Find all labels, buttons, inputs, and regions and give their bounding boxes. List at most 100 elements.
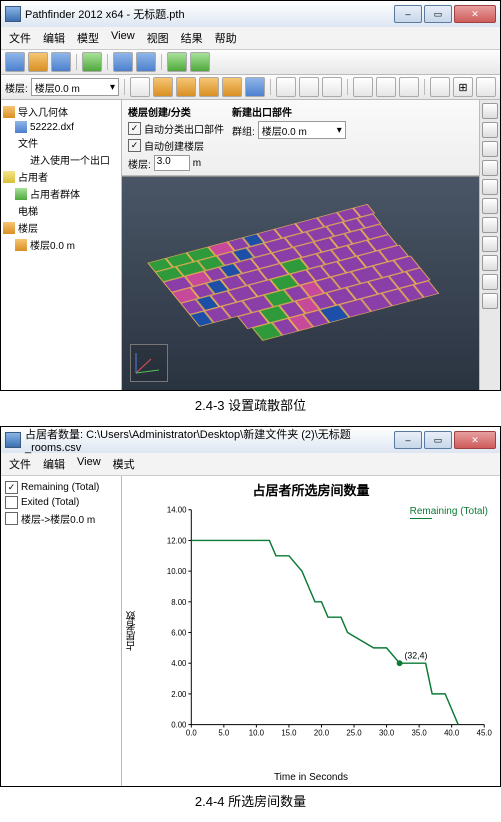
play-icon[interactable] — [190, 52, 210, 72]
tool-select-icon[interactable] — [130, 77, 150, 97]
tool-room-icon[interactable] — [153, 77, 173, 97]
grid-icon[interactable]: ⊞ — [453, 77, 473, 97]
group-select-row: 群组: 楼层0.0 m▾ — [232, 121, 346, 139]
redo-icon[interactable] — [136, 52, 156, 72]
auto-classify-checkbox[interactable]: ✓自动分类出口部件 — [128, 121, 224, 136]
zoom-fit-icon[interactable] — [353, 77, 373, 97]
svg-text:4.00: 4.00 — [171, 659, 187, 668]
separator — [76, 54, 77, 70]
menu-item[interactable]: 编辑 — [41, 455, 67, 473]
series-checkbox[interactable]: Exited (Total) — [5, 495, 117, 510]
series-checkbox[interactable]: ✓Remaining (Total) — [5, 480, 117, 495]
maximize-button[interactable]: ▭ — [424, 5, 452, 23]
dxf-import-icon[interactable] — [82, 52, 102, 72]
view-shaded-icon[interactable] — [299, 77, 319, 97]
menu-item[interactable]: 编辑 — [41, 29, 67, 47]
series-checkbox[interactable]: 楼层->楼层0.0 m — [5, 510, 117, 527]
door-icon[interactable] — [482, 217, 498, 233]
agent-icon[interactable] — [482, 103, 498, 119]
app-icon — [5, 432, 21, 448]
tool-door-icon[interactable] — [176, 77, 196, 97]
menu-item[interactable]: 模型 — [75, 29, 101, 47]
open-icon[interactable] — [28, 52, 48, 72]
svg-text:10.00: 10.00 — [167, 567, 187, 576]
right-toolbar — [479, 100, 500, 390]
titlebar: 占居者数量: C:\Users\Administrator\Desktop\新建… — [1, 427, 500, 453]
measure-icon[interactable] — [430, 77, 450, 97]
tree-item[interactable]: 占用者群体 — [3, 185, 119, 202]
separator — [347, 79, 348, 95]
tree-item[interactable]: 楼层 — [3, 219, 119, 236]
counter-icon[interactable] — [482, 198, 498, 214]
group-select[interactable]: 楼层0.0 m▾ — [258, 121, 346, 139]
separator — [270, 79, 271, 95]
tree-item[interactable]: 占用者 — [3, 168, 119, 185]
svg-text:20.0: 20.0 — [314, 728, 330, 737]
minimize-button[interactable]: – — [394, 5, 422, 23]
center-panel: 楼层创建/分类 ✓自动分类出口部件 ✓自动创建楼层 楼层: 3.0 m 新建出口… — [122, 100, 479, 390]
agent-group-icon[interactable] — [482, 122, 498, 138]
app-icon — [5, 6, 21, 22]
svg-text:8.00: 8.00 — [171, 598, 187, 607]
window-title: Pathfinder 2012 x64 - 无标题.pth — [25, 6, 390, 22]
view-wireframe-icon[interactable] — [276, 77, 296, 97]
behavior-icon[interactable] — [482, 141, 498, 157]
figure-caption: 2.4-3 设置疏散部位 — [0, 395, 501, 414]
run-icon[interactable] — [167, 52, 187, 72]
save-icon[interactable] — [51, 52, 71, 72]
figure-caption: 2.4-4 所选房间数量 — [0, 791, 501, 810]
tree-item[interactable]: 楼层0.0 m — [3, 236, 119, 253]
viewport-3d[interactable] — [122, 176, 479, 390]
svg-text:45.0: 45.0 — [477, 728, 493, 737]
menu-item[interactable]: 文件 — [7, 29, 33, 47]
window-buttons: – ▭ ✕ — [394, 431, 496, 449]
menu-item[interactable]: 视图 — [145, 29, 171, 47]
tree-item[interactable]: 文件 — [3, 134, 119, 151]
tree-item[interactable]: 电梯 — [3, 202, 119, 219]
elevator-icon[interactable] — [482, 255, 498, 271]
floor-select[interactable]: 楼层0.0 m▾ — [31, 78, 119, 96]
settings-icon[interactable] — [476, 77, 496, 97]
properties-panel: 楼层创建/分类 ✓自动分类出口部件 ✓自动创建楼层 楼层: 3.0 m 新建出口… — [122, 100, 479, 176]
chart-title: 占居者所选房间数量 — [122, 480, 500, 499]
zoom-in-icon[interactable] — [376, 77, 396, 97]
menu-item[interactable]: View — [75, 455, 103, 473]
y-axis-label: 占居者数 — [125, 611, 140, 651]
measure-point-icon[interactable] — [482, 274, 498, 290]
stair-icon[interactable] — [482, 236, 498, 252]
svg-text:6.00: 6.00 — [171, 628, 187, 637]
menu-item[interactable]: 文件 — [7, 455, 33, 473]
menu-item[interactable]: View — [109, 29, 137, 47]
zoom-out-icon[interactable] — [399, 77, 419, 97]
menu-item[interactable]: 帮助 — [213, 29, 239, 47]
menu-item[interactable]: 结果 — [179, 29, 205, 47]
svg-text:0.0: 0.0 — [186, 728, 198, 737]
undo-icon[interactable] — [113, 52, 133, 72]
auto-create-floor-checkbox[interactable]: ✓自动创建楼层 — [128, 138, 224, 153]
tool-stair-icon[interactable] — [199, 77, 219, 97]
new-icon[interactable] — [5, 52, 25, 72]
view-3d-icon[interactable] — [322, 77, 342, 97]
minimize-button[interactable]: – — [394, 431, 422, 449]
close-button[interactable]: ✕ — [454, 431, 496, 449]
svg-text:35.0: 35.0 — [412, 728, 428, 737]
figure-chart-window: 占居者数量: C:\Users\Administrator\Desktop\新建… — [0, 426, 501, 787]
menubar: 文件编辑模型 View 视图结果帮助 — [1, 27, 500, 50]
tool-occupant-icon[interactable] — [245, 77, 265, 97]
floor-height-input[interactable]: 3.0 — [154, 155, 190, 171]
close-button[interactable]: ✕ — [454, 5, 496, 23]
tool-ramp-icon[interactable] — [222, 77, 242, 97]
tree-item[interactable]: 导入几何体 — [3, 103, 119, 120]
waypoint-icon[interactable] — [482, 179, 498, 195]
maximize-button[interactable]: ▭ — [424, 431, 452, 449]
new-exit-group: 新建出口部件 群组: 楼层0.0 m▾ — [232, 104, 346, 171]
nav-tree[interactable]: 导入几何体52222.dxf文件进入使用一个出口占用者占用者群体电梯楼层楼层0.… — [1, 100, 121, 390]
building-model — [147, 199, 454, 350]
menu-item[interactable]: 模式 — [111, 455, 137, 473]
tree-item[interactable]: 52222.dxf — [3, 120, 119, 134]
goal-icon[interactable] — [482, 160, 498, 176]
x-axis-label: Time in Seconds — [122, 772, 500, 783]
tree-item[interactable]: 进入使用一个出口 — [3, 151, 119, 168]
separator — [124, 79, 125, 95]
region-icon[interactable] — [482, 293, 498, 309]
